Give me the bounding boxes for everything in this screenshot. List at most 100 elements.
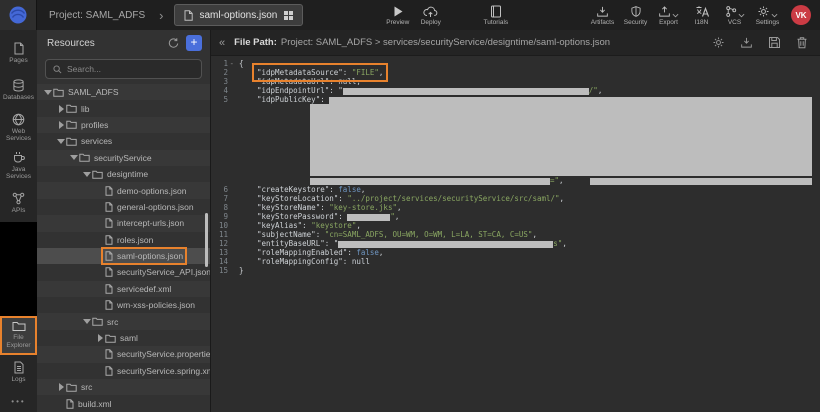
folder-icon <box>12 321 26 332</box>
file-icon <box>105 202 113 212</box>
line-number: 11 <box>211 230 231 239</box>
folder-icon <box>105 334 116 343</box>
settings-button[interactable]: Settings <box>751 0 784 30</box>
code-line: 6"createKeystore": false, <box>211 185 820 194</box>
tree-item-build.xml[interactable]: build.xml <box>37 395 210 411</box>
code-editor[interactable]: 1-{2"idpMetadataSource": "FILE",3"idpMet… <box>211 56 820 412</box>
tree-item-securityService[interactable]: securityService <box>37 150 210 166</box>
fold-marker-icon[interactable]: - <box>229 59 234 68</box>
refresh-icon[interactable] <box>167 37 179 49</box>
tutorials-button[interactable]: Tutorials <box>479 0 512 30</box>
export-button[interactable]: Export <box>652 0 685 30</box>
tree-item-profiles[interactable]: profiles <box>37 117 210 133</box>
redacted-text <box>338 241 553 248</box>
preview-button[interactable]: Preview <box>381 0 414 30</box>
download-file-button[interactable] <box>740 36 753 49</box>
tree-scrollbar[interactable] <box>205 213 208 267</box>
tree-item-services[interactable]: services <box>37 133 210 149</box>
code-text: "keyAlias": "keystore", <box>231 221 361 230</box>
code-line: =", <box>211 176 820 185</box>
app-logo[interactable] <box>0 0 37 30</box>
collapse-arrow-icon[interactable] <box>56 139 66 144</box>
collapse-arrow-icon[interactable] <box>69 155 79 160</box>
tree-item-SAML_ADFS[interactable]: SAML_ADFS <box>37 84 210 100</box>
artifacts-button[interactable]: Artifacts <box>586 0 619 30</box>
save-file-button[interactable] <box>768 36 781 49</box>
tree-item-label: securityService.spring.xml <box>117 366 210 376</box>
tree-item-inner: wm-xss-policies.json <box>105 300 195 310</box>
code-text: "idpMetadataUrl": null, <box>231 77 361 86</box>
user-avatar[interactable]: VK <box>791 5 811 25</box>
tree-item-securityService.spring.xml[interactable]: securityService.spring.xml <box>37 363 210 379</box>
expand-arrow-icon[interactable] <box>95 334 105 342</box>
file-icon <box>105 349 113 359</box>
tree-item-src[interactable]: src <box>37 313 210 329</box>
rail-item-pages[interactable]: Pages <box>1 35 36 72</box>
expand-arrow-icon[interactable] <box>56 121 66 129</box>
tree-item-inner: securityService.spring.xml <box>105 366 210 376</box>
deploy-button[interactable]: Deploy <box>414 0 447 30</box>
vcs-button[interactable]: VCS <box>718 0 751 30</box>
code-token: , <box>379 68 384 77</box>
rail-item-file-explorer[interactable]: File Explorer <box>1 317 36 354</box>
tree-item-label: saml <box>120 333 138 343</box>
rail-item-apis[interactable]: APIs <box>1 185 36 222</box>
tree-item-wm-xss-policies.json[interactable]: wm-xss-policies.json <box>37 297 210 313</box>
tree-item-inner: SAML_ADFS <box>53 87 119 97</box>
file-path: File Path:Project: SAML_ADFS > services/… <box>234 37 610 48</box>
rail-item-java-services[interactable]: Java Services <box>1 147 36 185</box>
tree-item-securityService.properties[interactable]: securityService.properties <box>37 346 210 362</box>
coffee-cup-icon <box>12 151 26 164</box>
i18n-button[interactable]: I18N <box>685 0 718 30</box>
code-token: : <box>316 230 325 239</box>
expand-arrow-icon[interactable] <box>56 383 66 391</box>
download-tray-icon <box>596 5 609 18</box>
rail-more-icon[interactable]: ••• <box>11 397 25 406</box>
grid-view-icon[interactable] <box>284 11 293 20</box>
tree-item-inner: securityService.properties <box>105 349 210 359</box>
code-line: 12"entityBaseURL": "s", <box>211 239 820 248</box>
expand-arrow-icon[interactable] <box>56 105 66 113</box>
tree-item-roles.json[interactable]: roles.json <box>37 232 210 248</box>
delete-file-button[interactable] <box>796 36 808 49</box>
file-icon <box>66 399 74 409</box>
collapse-arrow-icon[interactable] <box>82 172 92 177</box>
code-token: : <box>329 185 338 194</box>
collapse-arrow-icon[interactable] <box>43 90 53 95</box>
tree-item-saml[interactable]: saml <box>37 330 210 346</box>
open-file-tab[interactable]: saml-options.json <box>174 4 304 26</box>
tree-item-lib[interactable]: lib <box>37 100 210 116</box>
code-text: "idpPublicKey": <box>231 95 812 104</box>
collapse-arrow-icon[interactable] <box>82 319 92 324</box>
add-resource-button[interactable]: + <box>186 35 202 51</box>
code-token: "key-store.jks" <box>329 203 397 212</box>
tree-item-inner: general-options.json <box>105 202 194 212</box>
gear-icon <box>757 5 770 18</box>
code-token: "FILE" <box>352 68 379 77</box>
line-number: 5 <box>211 95 231 104</box>
rail-item-databases[interactable]: Databases <box>1 72 36 109</box>
tree-item-src[interactable]: src <box>37 379 210 395</box>
code-token: , <box>356 221 361 230</box>
tree-item-demo-options.json[interactable]: demo-options.json <box>37 182 210 198</box>
code-token: "idpMetadataUrl" <box>257 77 329 86</box>
rail-item-logs[interactable]: Logs <box>1 354 36 391</box>
rail-item-web-services[interactable]: Web Services <box>1 109 36 147</box>
tree-item-designtime[interactable]: designtime <box>37 166 210 182</box>
code-token: : <box>338 194 347 203</box>
code-token: "roleMappingEnabled" <box>257 248 347 257</box>
trash-icon <box>796 36 808 49</box>
editor-settings-button[interactable] <box>712 36 725 49</box>
code-line: 2"idpMetadataSource": "FILE", <box>211 68 820 77</box>
collapse-panel-icon[interactable]: « <box>219 37 225 49</box>
page-icon <box>13 42 25 55</box>
folder-icon <box>66 120 77 129</box>
security-button[interactable]: Security <box>619 0 652 30</box>
search-input[interactable]: Search... <box>45 59 202 79</box>
tree-item-general-options.json[interactable]: general-options.json <box>37 199 210 215</box>
tree-item-servicedef.xml[interactable]: servicedef.xml <box>37 281 210 297</box>
tree-item-intercept-urls.json[interactable]: intercept-urls.json <box>37 215 210 231</box>
tree-item-securityService_API.json[interactable]: securityService_API.json <box>37 264 210 280</box>
tree-item-saml-options.json[interactable]: saml-options.json <box>37 248 210 264</box>
code-token: s" <box>553 239 562 248</box>
